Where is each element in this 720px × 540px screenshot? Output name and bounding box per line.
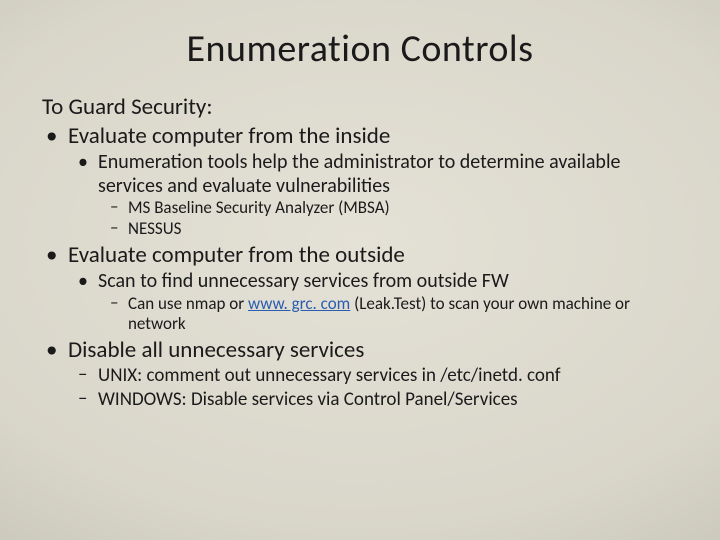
list-item: Can use nmap or www. grc. com (Leak.Test… [42, 294, 678, 335]
list-item: Disable all unnecessary services [42, 337, 678, 364]
bullet-list: Evaluate computer from the inside Enumer… [42, 123, 678, 412]
list-item: Enumeration tools help the administrator… [42, 151, 678, 198]
list-item: WINDOWS: Disable services via Control Pa… [42, 389, 678, 412]
grc-link[interactable]: www. grc. com [248, 293, 350, 314]
slide-title: Enumeration Controls [42, 26, 678, 72]
lead-text: To Guard Security: [42, 94, 678, 121]
slide: Enumeration Controls To Guard Security: … [0, 0, 720, 540]
list-item: UNIX: comment out unnecessary services i… [42, 365, 678, 388]
list-item: Scan to find unnecessary services from o… [42, 270, 678, 294]
list-item: NESSUS [42, 219, 678, 240]
list-item: Evaluate computer from the outside [42, 242, 678, 269]
slide-body: To Guard Security: Evaluate computer fro… [42, 94, 678, 412]
list-item: Evaluate computer from the inside [42, 123, 678, 150]
text-fragment: Can use nmap or [128, 293, 248, 314]
list-item: MS Baseline Security Analyzer (MBSA) [42, 198, 678, 219]
